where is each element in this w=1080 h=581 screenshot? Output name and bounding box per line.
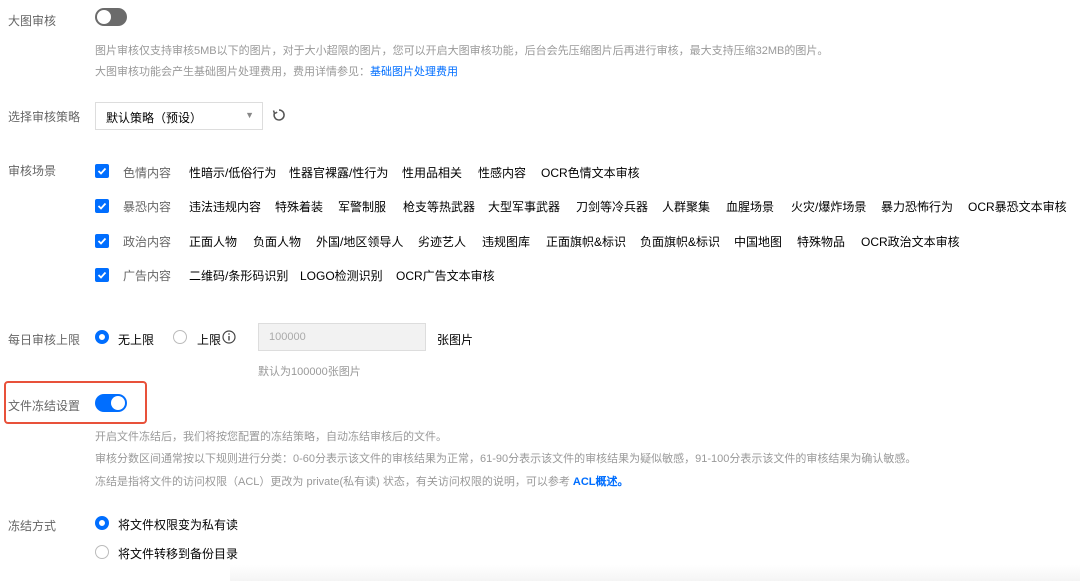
scene-item: OCR广告文本审核 [396, 269, 495, 283]
checkbox-terror[interactable] [95, 199, 109, 213]
scenes-label: 审核场景 [8, 164, 57, 178]
scene-item: OCR暴恐文本审核 [968, 200, 1067, 214]
scene-item: 大型军事武器 [488, 200, 561, 214]
scene-item: 火灾/爆炸场景 [791, 200, 867, 214]
fee-link[interactable]: 基础图片处理费用 [370, 66, 458, 78]
info-icon[interactable] [222, 330, 236, 347]
checkbox-ads[interactable] [95, 268, 109, 282]
large-image-fee-desc: 大图审核功能会产生基础图片处理费用，费用详情参见：基础图片处理费用 [95, 63, 458, 79]
acl-desc-text: 冻结是指将文件的访问权限（ACL）更改为 private(私有读) 状态，有关访… [95, 476, 573, 488]
freeze-desc: 开启文件冻结后，我们将按您配置的冻结策略，自动冻结审核后的文件。 [95, 431, 447, 443]
scene-item: 正面旗帜&标识 [546, 235, 627, 249]
limit-hint: 默认为100000张图片 [258, 366, 361, 378]
freeze-label: 文件冻结设置 [8, 399, 81, 413]
freeze-acl-desc: 冻结是指将文件的访问权限（ACL）更改为 private(私有读) 状态，有关访… [95, 473, 629, 489]
radio-private-read-label: 将文件权限变为私有读 [118, 518, 239, 532]
scene-item: OCR政治文本审核 [861, 235, 960, 249]
bottom-shadow [230, 565, 1080, 581]
scene-item: 暴力恐怖行为 [881, 200, 954, 214]
scene-item: 性感内容 [478, 166, 527, 180]
scene-category: 色情内容 [123, 166, 172, 180]
scene-item: 性器官裸露/性行为 [289, 166, 389, 180]
limit-input[interactable]: 100000 [258, 323, 426, 351]
strategy-label: 选择审核策略 [8, 110, 81, 124]
scene-item: 特殊物品 [797, 235, 846, 249]
radio-limit-label: 上限 [197, 333, 222, 347]
daily-limit-label: 每日审核上限 [8, 333, 81, 347]
radio-unlimited-label: 无上限 [118, 333, 155, 347]
scene-item: 正面人物 [189, 235, 238, 249]
scene-category: 广告内容 [123, 269, 172, 283]
scene-item: 性暗示/低俗行为 [189, 166, 277, 180]
scene-item: 人群聚集 [662, 200, 711, 214]
checkbox-politics[interactable] [95, 234, 109, 248]
freeze-toggle[interactable] [95, 394, 127, 412]
fee-desc-text: 大图审核功能会产生基础图片处理费用，费用详情参见： [95, 66, 370, 78]
radio-limit[interactable] [173, 330, 187, 344]
radio-backup-dir-label: 将文件转移到备份目录 [118, 547, 239, 561]
radio-private-read[interactable] [95, 516, 109, 530]
scene-item: 军警制服 [338, 200, 387, 214]
scene-item: OCR色情文本审核 [541, 166, 640, 180]
freeze-score-desc: 审核分数区间通常按以下规则进行分类：0-60分表示该文件的审核结果为正常，61-… [95, 453, 917, 465]
scene-item: 外国/地区领导人 [316, 235, 404, 249]
limit-unit: 张图片 [437, 333, 474, 347]
acl-link[interactable]: ACL概述。 [573, 476, 629, 488]
large-image-desc: 图片审核仅支持审核5MB以下的图片，对于大小超限的图片，您可以开启大图审核功能，… [95, 45, 829, 57]
scene-item: 负面旗帜&标识 [640, 235, 721, 249]
scene-item: 违规图库 [482, 235, 531, 249]
scene-item: 二维码/条形码识别 [189, 269, 289, 283]
freeze-method-label: 冻结方式 [8, 519, 57, 533]
strategy-select[interactable]: 默认策略（预设） ▼ [95, 102, 263, 130]
limit-input-placeholder: 100000 [269, 331, 306, 343]
refresh-icon[interactable] [272, 108, 286, 125]
scene-item: 特殊着装 [275, 200, 324, 214]
scene-item: 血腥场景 [726, 200, 775, 214]
large-image-label: 大图审核 [8, 14, 57, 28]
caret-down-icon: ▼ [245, 110, 254, 120]
scene-item: 负面人物 [253, 235, 302, 249]
scene-item: 劣迹艺人 [418, 235, 467, 249]
checkbox-porn[interactable] [95, 164, 109, 178]
scene-category: 暴恐内容 [123, 200, 172, 214]
scene-item: 枪支等热武器 [403, 200, 476, 214]
radio-unlimited[interactable] [95, 330, 109, 344]
large-image-toggle[interactable] [95, 8, 127, 26]
toggle-knob [97, 10, 111, 24]
scene-item: 违法违规内容 [189, 200, 262, 214]
strategy-selected-value: 默认策略（预设） [106, 111, 203, 125]
scene-item: 中国地图 [734, 235, 783, 249]
scene-item: LOGO检测识别 [300, 269, 383, 283]
scene-item: 性用品相关 [402, 166, 463, 180]
scene-category: 政治内容 [123, 235, 172, 249]
scene-item: 刀剑等冷兵器 [576, 200, 649, 214]
radio-backup-dir[interactable] [95, 545, 109, 559]
toggle-knob [111, 396, 125, 410]
